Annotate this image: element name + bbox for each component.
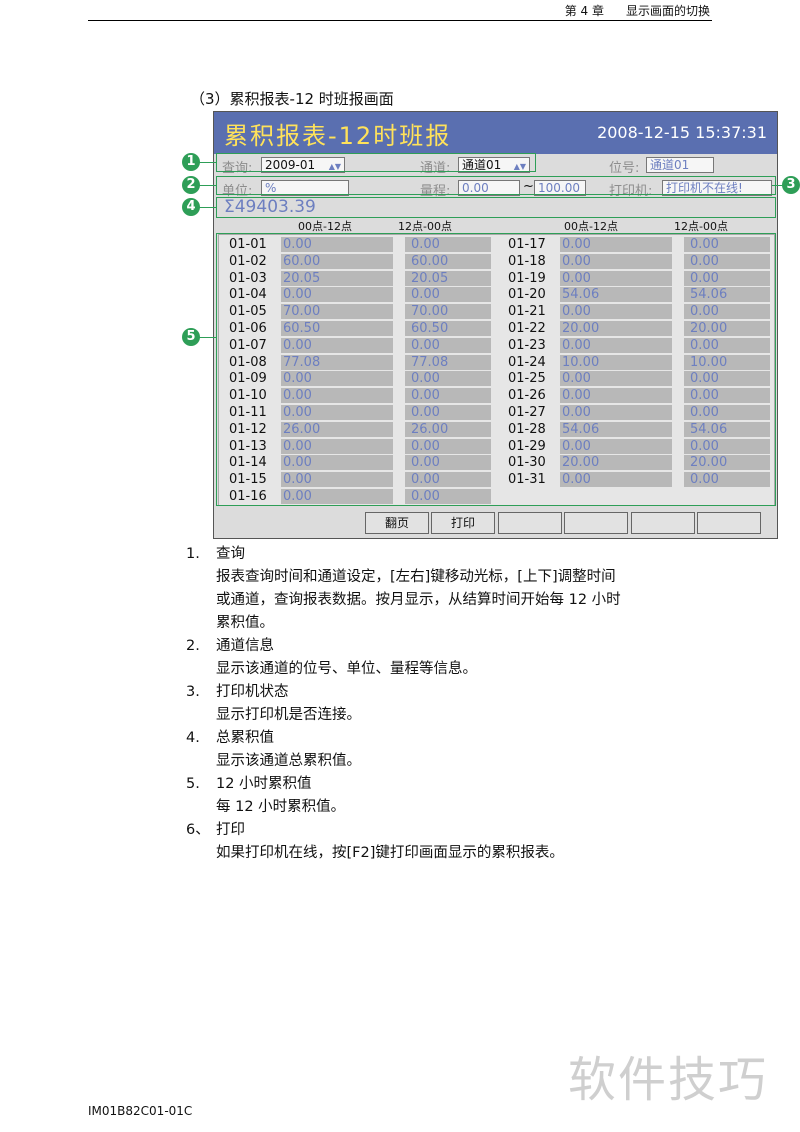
list-item: 4. 总累积值显示该通道总累积值。 xyxy=(186,727,746,773)
list-item-number: 1. xyxy=(186,546,200,562)
tag-field: 通道01 xyxy=(646,157,714,173)
header-text: 第 4 章 显示画面的切换 xyxy=(565,2,710,19)
list-item-description: 或通道，查询报表数据。按月显示，从结算时间开始每 12 小时 xyxy=(216,592,621,608)
list-item-description: 报表查询时间和通道设定，[左右]键移动光标，[上下]调整时间 xyxy=(216,569,616,585)
callout-line-2 xyxy=(199,185,216,186)
softkey-6-button[interactable] xyxy=(697,512,761,534)
list-item-number: 5. xyxy=(186,776,200,792)
list-item-description: 显示打印机是否连接。 xyxy=(216,707,361,723)
list-item-description: 如果打印机在线，按[F2]键打印画面显示的累积报表。 xyxy=(216,845,564,861)
list-item-number: 2. xyxy=(186,638,200,654)
list-item-title: 总累积值 xyxy=(216,730,274,746)
list-item-number: 3. xyxy=(186,684,200,700)
callout-box-2 xyxy=(216,176,776,195)
print-button[interactable]: 打印 xyxy=(431,512,495,534)
callout-3: 3 xyxy=(782,176,800,194)
watermark: 软件技巧 xyxy=(568,1052,769,1108)
list-item: 2. 通道信息显示该通道的位号、单位、量程等信息。 xyxy=(186,635,746,681)
list-item-title: 查询 xyxy=(216,546,245,562)
callout-line-1 xyxy=(199,162,216,163)
list-item-title: 打印 xyxy=(216,822,245,838)
screen-title-bar: 累积报表-12时班报 2008-12-15 15:37:31 xyxy=(214,112,777,154)
col-header-1: 00点-12点 xyxy=(298,220,352,233)
screen-title: 累积报表-12时班报 xyxy=(224,122,452,150)
list-item-number: 4. xyxy=(186,730,200,746)
softkey-5-button[interactable] xyxy=(631,512,695,534)
list-item-number: 6、 xyxy=(186,822,210,838)
list-item-description: 每 12 小时累积值。 xyxy=(216,799,346,815)
callout-4: 4 xyxy=(182,198,200,216)
tag-label: 位号: xyxy=(609,161,640,176)
list-item-description: 显示该通道的位号、单位、量程等信息。 xyxy=(216,661,477,677)
col-header-3: 00点-12点 xyxy=(564,220,618,233)
list-item-title: 通道信息 xyxy=(216,638,274,654)
header-chapter: 第 4 章 xyxy=(564,4,604,18)
list-item: 1. 查询报表查询时间和通道设定，[左右]键移动光标，[上下]调整时间 或通道，查询… xyxy=(186,543,746,635)
header-section: 显示画面的切换 xyxy=(625,4,710,18)
callout-line-3 xyxy=(772,185,782,186)
callout-line-5 xyxy=(199,337,216,338)
list-item-description: 显示该通道总累积值。 xyxy=(216,753,361,769)
callout-5: 5 xyxy=(182,328,200,346)
col-header-4: 12点-00点 xyxy=(674,220,728,233)
softkey-3-button[interactable] xyxy=(498,512,562,534)
softkey-bar: 翻页 打印 xyxy=(214,512,777,536)
document-code: IM01B82C01-01C xyxy=(88,1104,193,1118)
page-header: 第 4 章 显示画面的切换 xyxy=(88,0,712,21)
list-item: 3. 打印机状态显示打印机是否连接。 xyxy=(186,681,746,727)
callout-line-4 xyxy=(199,207,216,208)
callout-2: 2 xyxy=(182,176,200,194)
screen-datetime: 2008-12-15 15:37:31 xyxy=(597,123,767,142)
section-title: （3）累积报表-12 时班报画面 xyxy=(190,90,394,108)
list-item: 6、 打印如果打印机在线，按[F2]键打印画面显示的累积报表。 xyxy=(186,819,746,865)
callout-box-1 xyxy=(216,153,536,172)
col-header-2: 12点-00点 xyxy=(398,220,452,233)
list-item-description: 累积值。 xyxy=(216,615,274,631)
callout-box-5 xyxy=(216,233,776,506)
softkey-4-button[interactable] xyxy=(564,512,628,534)
page-turn-button[interactable]: 翻页 xyxy=(365,512,429,534)
list-item-title: 12 小时累积值 xyxy=(216,776,312,792)
callout-1: 1 xyxy=(182,153,200,171)
list-item: 5. 12 小时累积值每 12 小时累积值。 xyxy=(186,773,746,819)
callout-box-4 xyxy=(216,197,776,218)
list-item-title: 打印机状态 xyxy=(216,684,289,700)
explanation-list: 1. 查询报表查询时间和通道设定，[左右]键移动光标，[上下]调整时间 或通道，查询… xyxy=(186,543,746,865)
